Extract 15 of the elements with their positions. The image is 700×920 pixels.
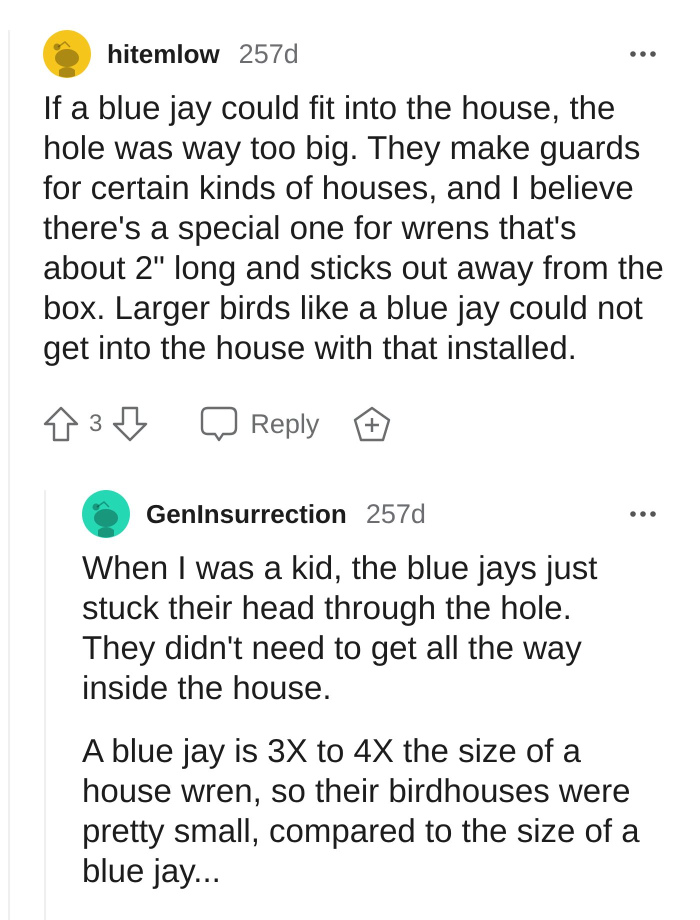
comment-age: 257d	[238, 38, 299, 70]
speech-bubble-icon	[200, 406, 238, 442]
more-options-icon[interactable]	[630, 511, 656, 517]
comment-text: A blue jay is 3X to 4X the size of a house wren, so their birdhouses were pretty small, compared to the size of a blue jay...	[82, 731, 641, 891]
award-icon[interactable]	[353, 406, 392, 442]
reply-button[interactable]: Reply	[200, 406, 320, 442]
username[interactable]: hitemlow	[107, 38, 220, 70]
username[interactable]: GenInsurrection	[146, 498, 347, 530]
comment-text: When I was a kid, the blue jays just stuck their head through the hole. They didn't need to get all the way inside the house.	[82, 548, 598, 708]
upvote-icon[interactable]	[43, 406, 79, 442]
downvote-icon[interactable]	[112, 406, 148, 442]
comment-text: If a blue jay could fit into the house, the hole was way too big. They make guards for certain kinds of houses, and I believe there's a special one for wrens that's about 2" long and sticks out away from the box. Larger birds like a blue jay could not get into the house with that installed.	[43, 88, 665, 368]
more-options-icon[interactable]	[630, 51, 656, 57]
vote-count: 3	[89, 410, 102, 438]
comment-age: 257d	[366, 498, 426, 530]
